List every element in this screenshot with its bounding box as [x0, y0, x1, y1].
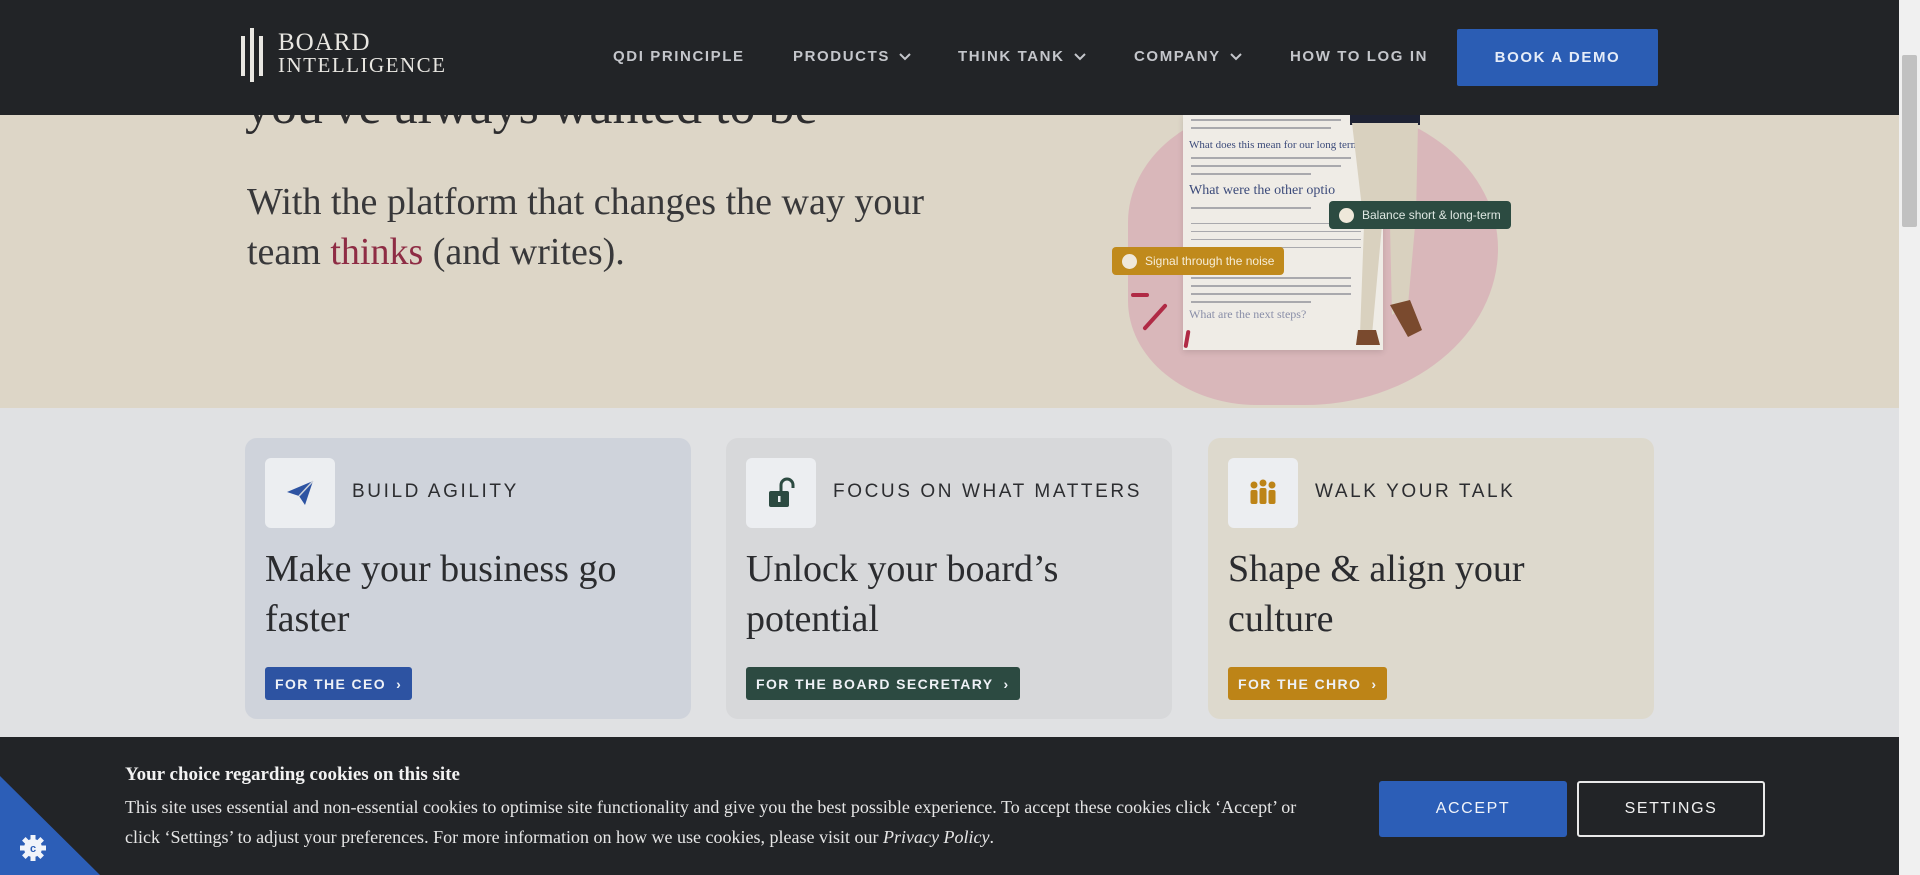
- value-cards-section: BUILD AGILITY Make your business go fast…: [0, 408, 1899, 738]
- card-eyebrow: BUILD AGILITY: [352, 481, 519, 502]
- button-label: FOR THE CHRO: [1238, 675, 1362, 692]
- card-walk-your-talk: WALK YOUR TALK Shape & align your cultur…: [1208, 438, 1654, 719]
- chevron-right-icon: ›: [396, 675, 403, 692]
- nav-label: QDI PRINCIPLE: [613, 48, 745, 65]
- cookie-text-before: This site uses essential and non-essenti…: [125, 797, 1297, 847]
- paper-plane-icon: [265, 458, 335, 528]
- hero-headline: you've always wanted to be: [245, 115, 818, 136]
- card-eyebrow: FOCUS ON WHAT MATTERS: [833, 481, 1142, 502]
- accept-cookies-button[interactable]: ACCEPT: [1379, 781, 1567, 837]
- logo-line-1: BOARD: [278, 29, 371, 56]
- chevron-right-icon: ›: [1371, 675, 1378, 692]
- scrollbar-thumb[interactable]: [1902, 55, 1917, 227]
- unlock-icon: [746, 458, 816, 528]
- for-the-ceo-button[interactable]: FOR THE CEO ›: [265, 667, 413, 700]
- button-label: FOR THE CEO: [275, 675, 387, 692]
- board-intelligence-logo[interactable]: BOARD INTELLIGENCE: [240, 28, 445, 84]
- chevron-down-icon: [1073, 52, 1086, 60]
- cookie-settings-corner[interactable]: c: [0, 776, 100, 875]
- check-circle-icon: [1122, 253, 1137, 269]
- nav-qdi-principle[interactable]: QDI PRINCIPLE: [613, 48, 745, 65]
- gear-icon: c: [20, 835, 46, 861]
- nav-label: THINK TANK: [958, 48, 1065, 65]
- book-a-demo-button[interactable]: BOOK A DEMO: [1457, 29, 1658, 86]
- chevron-right-icon: ›: [1003, 675, 1010, 692]
- card-title: Make your business go faster: [265, 548, 617, 640]
- logo-columns-icon: [241, 28, 263, 82]
- card-title: Shape & align your culture: [1228, 548, 1525, 640]
- check-circle-icon: [1339, 207, 1354, 223]
- cookie-description: This site uses essential and non-essenti…: [125, 792, 1305, 852]
- doc-heading-3: What are the next steps?: [1189, 307, 1307, 321]
- hero-sub-highlight: thinks: [330, 231, 424, 273]
- nav-think-tank[interactable]: THINK TANK: [958, 48, 1087, 65]
- logo-line-2: INTELLIGENCE: [278, 53, 447, 77]
- nav-how-to-log-in[interactable]: HOW TO LOG IN: [1290, 48, 1428, 65]
- card-build-agility: BUILD AGILITY Make your business go fast…: [245, 438, 691, 719]
- chip-balance-short-long-term: Balance short & long-term: [1329, 201, 1511, 229]
- cookie-title: Your choice regarding cookies on this si…: [125, 764, 460, 785]
- chevron-down-icon: [899, 52, 911, 60]
- hero-sub-after: (and writes).: [423, 231, 625, 273]
- privacy-policy-link[interactable]: Privacy Policy: [883, 827, 989, 847]
- nav-label: COMPANY: [1134, 48, 1221, 65]
- logo-wordmark: BOARD INTELLIGENCE: [278, 29, 447, 77]
- for-the-board-secretary-button[interactable]: FOR THE BOARD SECRETARY ›: [746, 667, 1020, 700]
- chip-label: Balance short & long-term: [1362, 208, 1501, 222]
- doodle-stroke: [1131, 293, 1149, 297]
- chip-label: Signal through the noise: [1145, 254, 1275, 268]
- for-the-chro-button[interactable]: FOR THE CHRO ›: [1228, 667, 1388, 700]
- doc-heading-2: What were the other optio: [1189, 183, 1336, 198]
- cookie-text-after: .: [989, 827, 994, 847]
- button-label: FOR THE BOARD SECRETARY: [756, 675, 994, 692]
- card-title: Unlock your board’s potential: [746, 548, 1059, 640]
- nav-label: HOW TO LOG IN: [1290, 48, 1429, 65]
- card-eyebrow: WALK YOUR TALK: [1315, 481, 1516, 502]
- chip-signal-through-noise: Signal through the noise: [1112, 247, 1285, 275]
- hero-section: you've always wanted to be With the plat…: [0, 115, 1899, 408]
- cookie-settings-button[interactable]: SETTINGS: [1577, 781, 1765, 837]
- card-focus-on-what-matters: FOCUS ON WHAT MATTERS Unlock your board’…: [726, 438, 1172, 719]
- person-figure-illustration: [1350, 115, 1422, 345]
- people-group-icon: [1228, 458, 1298, 528]
- chevron-down-icon: [1230, 52, 1242, 60]
- site-header: BOARD INTELLIGENCE QDI PRINCIPLE PRODUCT…: [0, 0, 1899, 115]
- nav-products[interactable]: PRODUCTS: [793, 48, 912, 65]
- hero-subheading: With the platform that changes the way y…: [247, 177, 927, 277]
- cookie-consent-banner: Your choice regarding cookies on this si…: [0, 737, 1899, 875]
- nav-label: PRODUCTS: [793, 48, 890, 65]
- svg-text:c: c: [30, 843, 36, 855]
- nav-company[interactable]: COMPANY: [1134, 48, 1243, 65]
